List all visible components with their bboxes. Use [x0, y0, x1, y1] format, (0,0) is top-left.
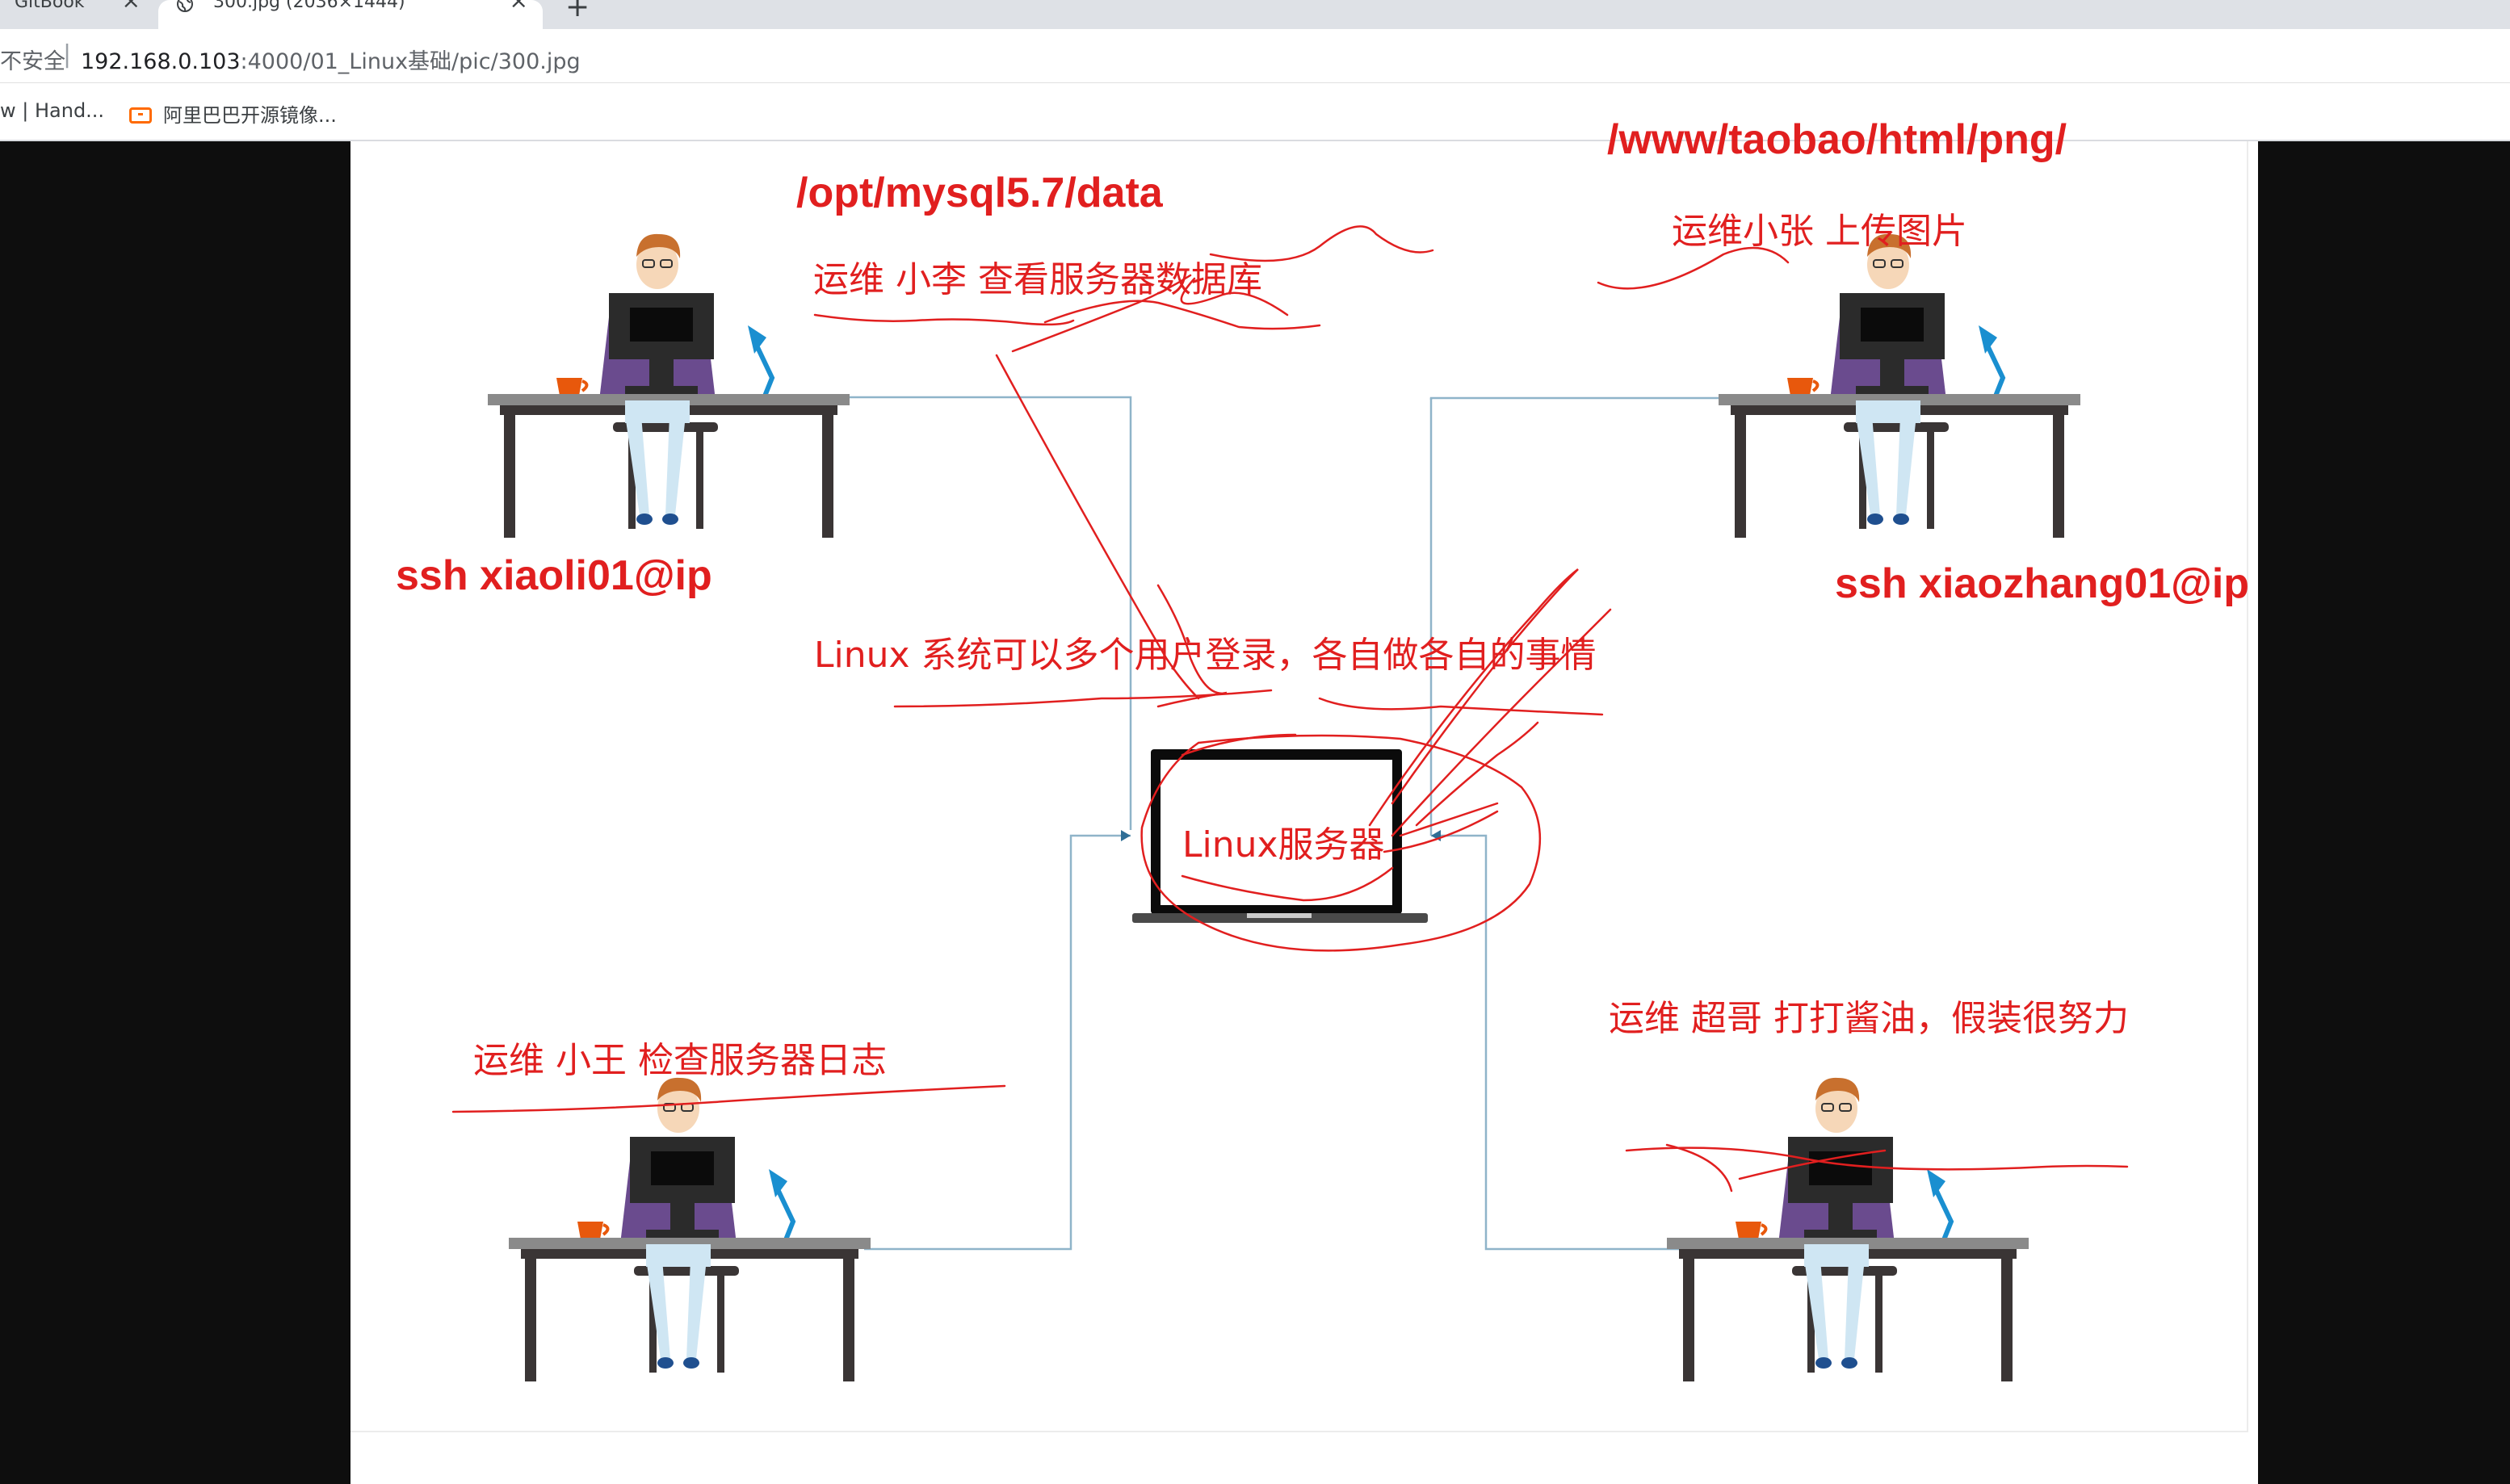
address-separator: |: [63, 40, 72, 69]
globe-icon: [177, 0, 193, 12]
tab-strip: GitBook × 300.jpg (2036×1444) × +: [0, 0, 2510, 29]
path-www-label: /www/taobao/html/png/: [1607, 116, 2067, 163]
address-bar[interactable]: 不安全 | 192.168.0.103:4000/01_Linux基础/pic/…: [0, 29, 2510, 83]
tab-gitbook[interactable]: GitBook ×: [0, 0, 153, 29]
tab-label: GitBook: [15, 0, 85, 12]
diagram-scene: [451, 225, 2129, 1431]
image-canvas: /opt/mysql5.7/data /www/taobao/html/png/…: [350, 116, 2250, 1432]
multiuser-note: Linux 系统可以多个用户登录，各自做各自的事情: [814, 635, 1597, 676]
bookmark-label: 阿里巴巴开源镜像...: [163, 104, 337, 127]
ssh-xiaozhang-label: ssh xiaozhang01@ip: [1835, 560, 2250, 607]
displayed-image: /opt/mysql5.7/data /www/taobao/html/png/…: [350, 116, 2258, 1484]
bookmark-item-aliyun[interactable]: 阿里巴巴开源镜像...: [129, 99, 337, 128]
aliyun-icon: [129, 107, 152, 124]
ops-li-label: 运维 小李 查看服务器数据库: [813, 259, 1262, 300]
new-tab-button[interactable]: +: [565, 0, 590, 23]
security-indicator[interactable]: 不安全: [0, 44, 65, 75]
bookmarks-bar: w | Hand... 阿里巴巴开源镜像...: [0, 83, 2510, 141]
workstation-xiaowang: [509, 1078, 871, 1381]
close-icon[interactable]: ×: [510, 0, 528, 12]
url-host: 192.168.0.103: [81, 49, 241, 74]
workstation-xiaoli: [488, 234, 850, 538]
url-path: :4000/01_Linux基础/pic/300.jpg: [240, 49, 581, 74]
tab-label: 300.jpg (2036×1444): [213, 0, 405, 12]
path-mysql-label: /opt/mysql5.7/data: [796, 170, 1163, 216]
tab-image[interactable]: 300.jpg (2036×1444) ×: [158, 0, 543, 29]
close-icon[interactable]: ×: [122, 0, 141, 12]
server-label: Linux服务器: [1182, 824, 1385, 866]
ops-zhang-label: 运维小张 上传图片: [1672, 211, 1967, 252]
workstation-chaoge: [1667, 1078, 2029, 1381]
workstation-xiaozhang: [1719, 234, 2080, 538]
ops-chao-label: 运维 超哥 打打酱油，假装很努力: [1609, 998, 2129, 1039]
image-viewer: /opt/mysql5.7/data /www/taobao/html/png/…: [0, 116, 2510, 1484]
url-text[interactable]: 192.168.0.103:4000/01_Linux基础/pic/300.jp…: [81, 44, 581, 75]
bookmark-item[interactable]: w | Hand...: [0, 99, 104, 122]
ops-wang-label: 运维 小王 检查服务器日志: [473, 1040, 887, 1081]
ssh-xiaoli-label: ssh xiaoli01@ip: [396, 552, 712, 599]
